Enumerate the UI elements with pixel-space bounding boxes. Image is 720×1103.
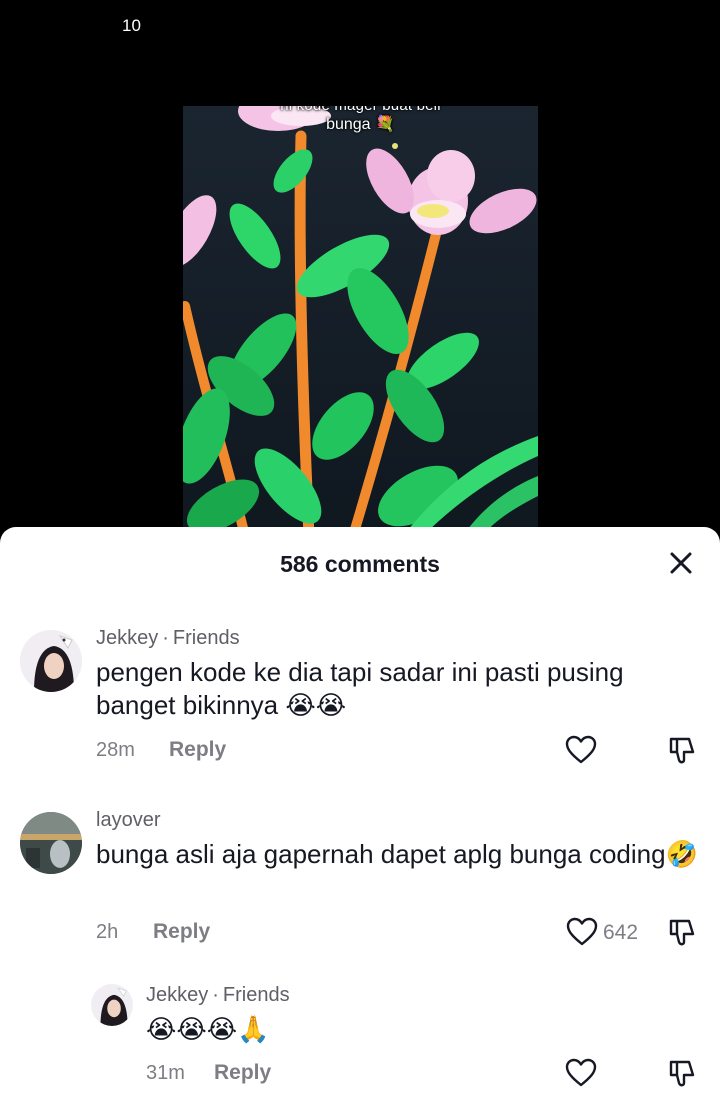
like-count: 642: [603, 921, 639, 944]
author-name[interactable]: Jekkey: [146, 984, 208, 1006]
close-button[interactable]: [665, 547, 697, 579]
avatar[interactable]: [91, 984, 133, 1026]
dislike-button[interactable]: [668, 736, 696, 771]
comment-text: bunga asli aja gapernah dapet aplg bunga…: [96, 839, 698, 869]
flower-artwork: [183, 106, 538, 536]
author-relation: Friends: [222, 984, 290, 1006]
dislike-button[interactable]: [668, 918, 696, 953]
comment-text: pengen kode ke dia tapi sadar ini pasti …: [96, 657, 624, 720]
comment-author[interactable]: Jekkey · Friends: [146, 984, 290, 1007]
heart-icon: [566, 917, 598, 946]
heart-icon: [565, 1058, 597, 1087]
dislike-icon: [669, 919, 695, 946]
comments-sheet: 586 comments Jekkey · Friends pengen kode …: [0, 527, 720, 1103]
video-caption-top: ni kode mager buat beli: [183, 106, 538, 114]
separator-dot: ·: [212, 984, 219, 1006]
close-icon: [670, 552, 692, 574]
video-caption: bunga 💐: [326, 116, 395, 133]
heart-icon: [565, 735, 597, 764]
like-button[interactable]: [565, 735, 597, 770]
dislike-icon: [669, 1060, 695, 1087]
author-name[interactable]: Jekkey: [96, 627, 158, 649]
comment-time: 28m: [96, 739, 135, 761]
separator-dot: ·: [162, 627, 169, 649]
avatar[interactable]: [20, 812, 82, 874]
dislike-icon: [669, 737, 695, 764]
status-time: 10: [122, 16, 141, 35]
avatar[interactable]: [20, 630, 82, 692]
author-relation: Friends: [172, 627, 240, 649]
comment-text: 😭😭😭🙏: [146, 1014, 270, 1044]
reply-button[interactable]: Reply: [153, 920, 210, 944]
like-button[interactable]: [565, 1058, 597, 1093]
comment-time: 2h: [96, 921, 119, 943]
author-name[interactable]: layover: [96, 809, 160, 831]
comment-author[interactable]: layover: [96, 809, 160, 832]
reply-button[interactable]: Reply: [169, 738, 226, 762]
dislike-button[interactable]: [668, 1059, 696, 1094]
comments-count-title: 586 comments: [280, 551, 440, 577]
like-button[interactable]: [566, 917, 598, 952]
comment-author[interactable]: Jekkey · Friends: [96, 627, 240, 650]
reply-button[interactable]: Reply: [214, 1061, 271, 1085]
comment-time: 31m: [146, 1062, 185, 1084]
video-player[interactable]: ni kode mager buat beli bunga 💐: [183, 106, 538, 536]
